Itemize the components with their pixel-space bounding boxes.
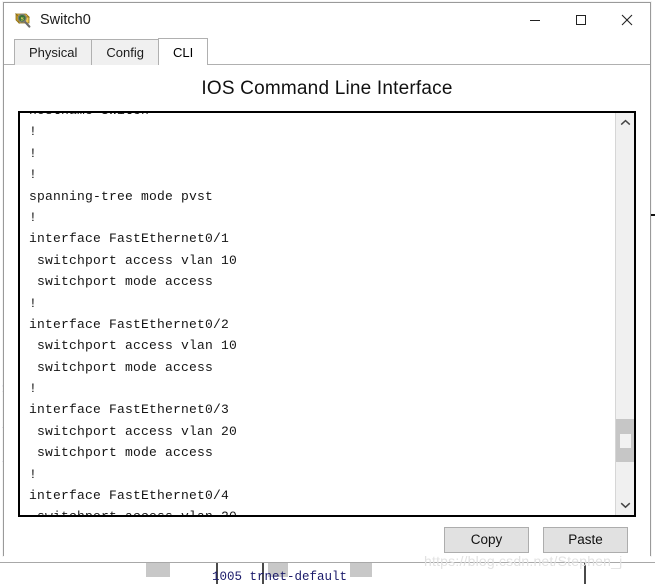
close-button[interactable] <box>604 3 650 37</box>
cli-line: switchport access vlan 10 <box>29 338 238 354</box>
tab-bar: Physical Config CLI <box>4 37 650 65</box>
window-body: IOS Command Line Interface hostname Swit… <box>4 65 650 562</box>
cli-line: interface FastEthernet0/2 <box>29 316 230 332</box>
tab-cli[interactable]: CLI <box>158 38 209 65</box>
cli-line: interface FastEthernet0/1 <box>29 231 230 247</box>
cli-line: ! <box>29 209 38 225</box>
maximize-icon <box>576 15 586 25</box>
tab-physical[interactable]: Physical <box>14 39 93 65</box>
cli-terminal-panel: hostname Switch!!! spanning-tree mode pvs… <box>18 111 636 517</box>
scrollbar-track[interactable] <box>616 133 634 495</box>
cli-line: switchport access vlan 20 <box>29 506 615 515</box>
cli-line: ! <box>29 167 38 183</box>
cli-output-area[interactable]: hostname Switch!!! spanning-tree mode pvs… <box>20 113 615 515</box>
switch-cli-window: S Switch0 Physical Config CLI IOS Comman… <box>3 2 651 562</box>
cli-line: ! <box>29 124 38 140</box>
background-cell <box>350 563 372 577</box>
cli-line: ! <box>29 381 38 397</box>
scrollbar-thumb[interactable] <box>616 418 634 463</box>
cli-line: ! <box>29 145 38 161</box>
minimize-button[interactable] <box>512 3 558 37</box>
cli-vertical-scrollbar[interactable] <box>615 113 634 515</box>
cli-line: switchport mode access <box>29 274 214 290</box>
window-title: Switch0 <box>40 12 91 28</box>
window-titlebar[interactable]: S Switch0 <box>4 3 650 37</box>
scroll-down-button[interactable] <box>616 495 634 515</box>
maximize-button[interactable] <box>558 3 604 37</box>
cli-line: switchport mode access <box>29 445 214 461</box>
cli-heading: IOS Command Line Interface <box>201 78 453 99</box>
copy-button[interactable]: Copy <box>444 526 529 553</box>
cli-line: interface FastEthernet0/3 <box>29 402 230 418</box>
cli-line: interface FastEthernet0/4 <box>29 488 230 504</box>
screen-root: 1 / / r I 0 0 0 1005 trnet-default <box>0 0 655 584</box>
window-controls <box>512 3 650 37</box>
close-icon <box>621 14 633 26</box>
cli-line: switchport access vlan 10 <box>29 252 238 268</box>
cli-output-text: hostname Switch!!! spanning-tree mode pvs… <box>29 113 615 515</box>
watermark-text: https://blog.csdn.net/Stephen_j <box>424 553 623 569</box>
scroll-up-button[interactable] <box>616 113 634 133</box>
background-cell <box>146 563 170 577</box>
cli-line: spanning-tree mode pvst <box>29 188 214 204</box>
tab-config[interactable]: Config <box>91 39 159 65</box>
background-bottom-text: 1005 trnet-default <box>212 570 348 584</box>
scrollbar-thumb-notch <box>620 433 631 448</box>
switch-device-icon: S <box>13 10 33 30</box>
cli-line: switchport mode access <box>29 359 214 375</box>
minimize-icon <box>530 20 540 21</box>
chevron-up-icon <box>620 119 630 126</box>
paste-button[interactable]: Paste <box>543 526 628 553</box>
cli-line: ! <box>29 295 38 311</box>
cli-line: switchport access vlan 20 <box>29 423 238 439</box>
cli-line: hostname Switch <box>29 113 615 121</box>
cli-line: ! <box>29 466 38 482</box>
chevron-down-icon <box>620 502 630 509</box>
